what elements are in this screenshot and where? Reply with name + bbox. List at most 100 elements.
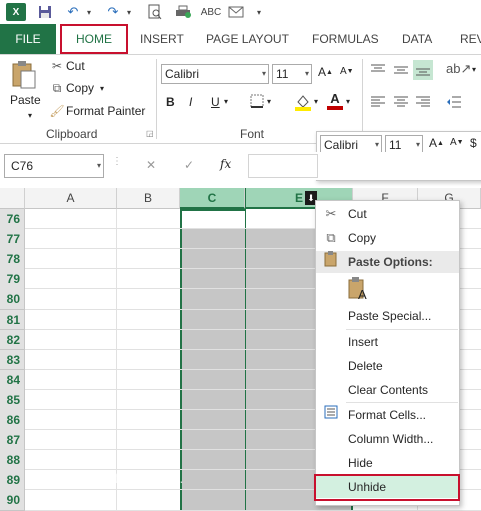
row-header[interactable]: 87 (0, 430, 25, 451)
underline-button[interactable]: U (211, 95, 220, 109)
formula-input[interactable] (248, 154, 318, 178)
row-header[interactable]: 82 (0, 329, 25, 351)
grow-font-icon[interactable]: A ▲ (318, 65, 333, 79)
spelling-icon[interactable]: ABC (201, 3, 222, 21)
menu-item-paste-special[interactable]: Paste Special... (316, 305, 459, 327)
tab-review[interactable]: REV (460, 24, 481, 54)
cut-label: Cut (66, 59, 85, 73)
active-cell[interactable] (180, 209, 245, 228)
format-painter-button[interactable]: 🖌 Format Painter (48, 102, 145, 120)
tab-home[interactable]: HOME (60, 24, 128, 54)
menu-item-insert[interactable]: Insert (316, 331, 459, 353)
row-header[interactable]: 88 (0, 450, 25, 471)
redo-icon[interactable]: ↷ (104, 3, 122, 21)
menu-item-label: Delete (348, 359, 383, 373)
paste-keep-source-icon[interactable]: A (348, 277, 370, 302)
unhide-highlight-box (314, 474, 460, 501)
menu-item-column-width[interactable]: Column Width... (316, 428, 459, 450)
menu-item-label: Column Width... (348, 432, 434, 446)
orientation-icon[interactable]: ab↗ (446, 61, 471, 77)
font-size-combo[interactable]: 11 ▾ (272, 64, 312, 84)
quick-print-icon[interactable] (174, 3, 192, 21)
column-header-b[interactable]: B (117, 188, 180, 209)
tab-insert[interactable]: INSERT (140, 24, 184, 54)
borders-icon[interactable] (250, 94, 264, 108)
menu-item-label: Format Cells... (348, 408, 427, 422)
confirm-icon[interactable]: ✓ (184, 158, 194, 172)
row-header[interactable]: 89 (0, 470, 25, 492)
bold-button[interactable]: B (166, 95, 175, 109)
font-color-dropdown-icon[interactable]: ▾ (346, 97, 350, 106)
column-header-a[interactable]: A (25, 188, 117, 209)
chevron-down-icon: ▾ (96, 161, 101, 170)
font-color-icon[interactable]: A (327, 92, 343, 110)
align-right-icon[interactable] (415, 95, 431, 109)
select-all-corner[interactable] (0, 188, 25, 209)
menu-item-copy[interactable]: ⧉ Copy (316, 227, 459, 249)
undo-icon[interactable]: ↶ (64, 3, 82, 21)
cancel-icon[interactable]: ✕ (146, 158, 156, 172)
cut-button[interactable]: ✂ Cut (48, 57, 85, 75)
email-icon[interactable] (226, 3, 246, 21)
row-header[interactable]: 85 (0, 389, 25, 411)
row-header[interactable]: 84 (0, 369, 25, 391)
menu-item-cut[interactable]: ✂ Cut (316, 203, 459, 225)
insert-function-icon[interactable]: fx (220, 157, 231, 171)
row-header[interactable]: 78 (0, 249, 25, 270)
undo-dropdown-icon[interactable]: ▾ (84, 3, 94, 21)
copy-button[interactable]: ⧉ Copy ▾ (48, 79, 104, 97)
align-top-icon[interactable] (370, 63, 386, 77)
borders-dropdown-icon[interactable]: ▾ (267, 97, 271, 106)
mini-currency-icon[interactable]: $ (470, 136, 477, 150)
align-center-icon[interactable] (393, 95, 409, 109)
copy-label: Copy (66, 81, 95, 95)
tab-page-layout[interactable]: PAGE LAYOUT (206, 24, 289, 54)
save-icon[interactable] (36, 3, 54, 21)
fill-color-icon[interactable] (294, 93, 312, 111)
align-bottom-icon[interactable] (413, 60, 433, 80)
format-cells-icon (322, 404, 340, 426)
tab-formulas[interactable]: FORMULAS (312, 24, 379, 54)
clipboard-group-label: Clipboard (46, 127, 98, 141)
decrease-indent-icon[interactable] (446, 95, 462, 109)
tab-data[interactable]: DATA (402, 24, 432, 54)
menu-item-format-cells[interactable]: Format Cells... (316, 404, 459, 426)
underline-dropdown-icon[interactable]: ▾ (224, 97, 228, 106)
shrink-font-icon[interactable]: A ▼ (340, 66, 354, 77)
orientation-dropdown-icon[interactable]: ▾ (472, 65, 476, 74)
paste-dropdown-icon[interactable]: ▾ (28, 111, 32, 120)
menu-item-delete[interactable]: Delete (316, 355, 459, 377)
row-header[interactable]: 86 (0, 410, 25, 431)
italic-button[interactable]: I (189, 95, 192, 109)
copy-icon: ⧉ (326, 230, 336, 245)
mini-grow-font-icon[interactable]: A ▲ (429, 136, 444, 150)
row-header[interactable]: 83 (0, 349, 25, 371)
name-box[interactable]: C76 ▾ (4, 154, 104, 178)
print-preview-icon[interactable] (146, 3, 164, 21)
row-header[interactable]: 77 (0, 229, 25, 250)
row-header[interactable]: 76 (0, 209, 25, 230)
fill-color-dropdown-icon[interactable]: ▾ (314, 97, 318, 106)
copy-dropdown-icon[interactable]: ▾ (100, 84, 104, 93)
align-middle-icon[interactable] (393, 63, 409, 77)
redo-dropdown-icon[interactable]: ▾ (124, 3, 134, 21)
row-header[interactable]: 80 (0, 289, 25, 311)
clipboard-launcher-icon[interactable]: ◲ (146, 129, 154, 138)
menu-item-label: Paste Options: (348, 255, 433, 269)
mini-shrink-font-icon[interactable]: A ▼ (450, 137, 464, 148)
font-name-combo[interactable]: Calibri ▾ (161, 64, 269, 84)
group-separator (362, 59, 363, 139)
align-left-icon[interactable] (370, 95, 386, 109)
column-header-c[interactable]: C (180, 188, 245, 209)
row-header[interactable]: 81 (0, 309, 25, 331)
context-menu: ✂ Cut ⧉ Copy Paste Options: A Paste Spec… (315, 200, 460, 506)
menu-item-hide[interactable]: Hide (316, 452, 459, 474)
menu-item-clear-contents[interactable]: Clear Contents (316, 379, 459, 401)
paste-button[interactable]: Paste (10, 93, 41, 107)
row-header[interactable]: 79 (0, 269, 25, 291)
paste-icon[interactable] (8, 59, 40, 91)
more-icon[interactable]: ▾ (254, 3, 264, 21)
tab-file[interactable]: FILE (0, 24, 56, 54)
row-header[interactable]: 90 (0, 490, 25, 511)
excel-logo-icon[interactable]: X (6, 3, 26, 21)
